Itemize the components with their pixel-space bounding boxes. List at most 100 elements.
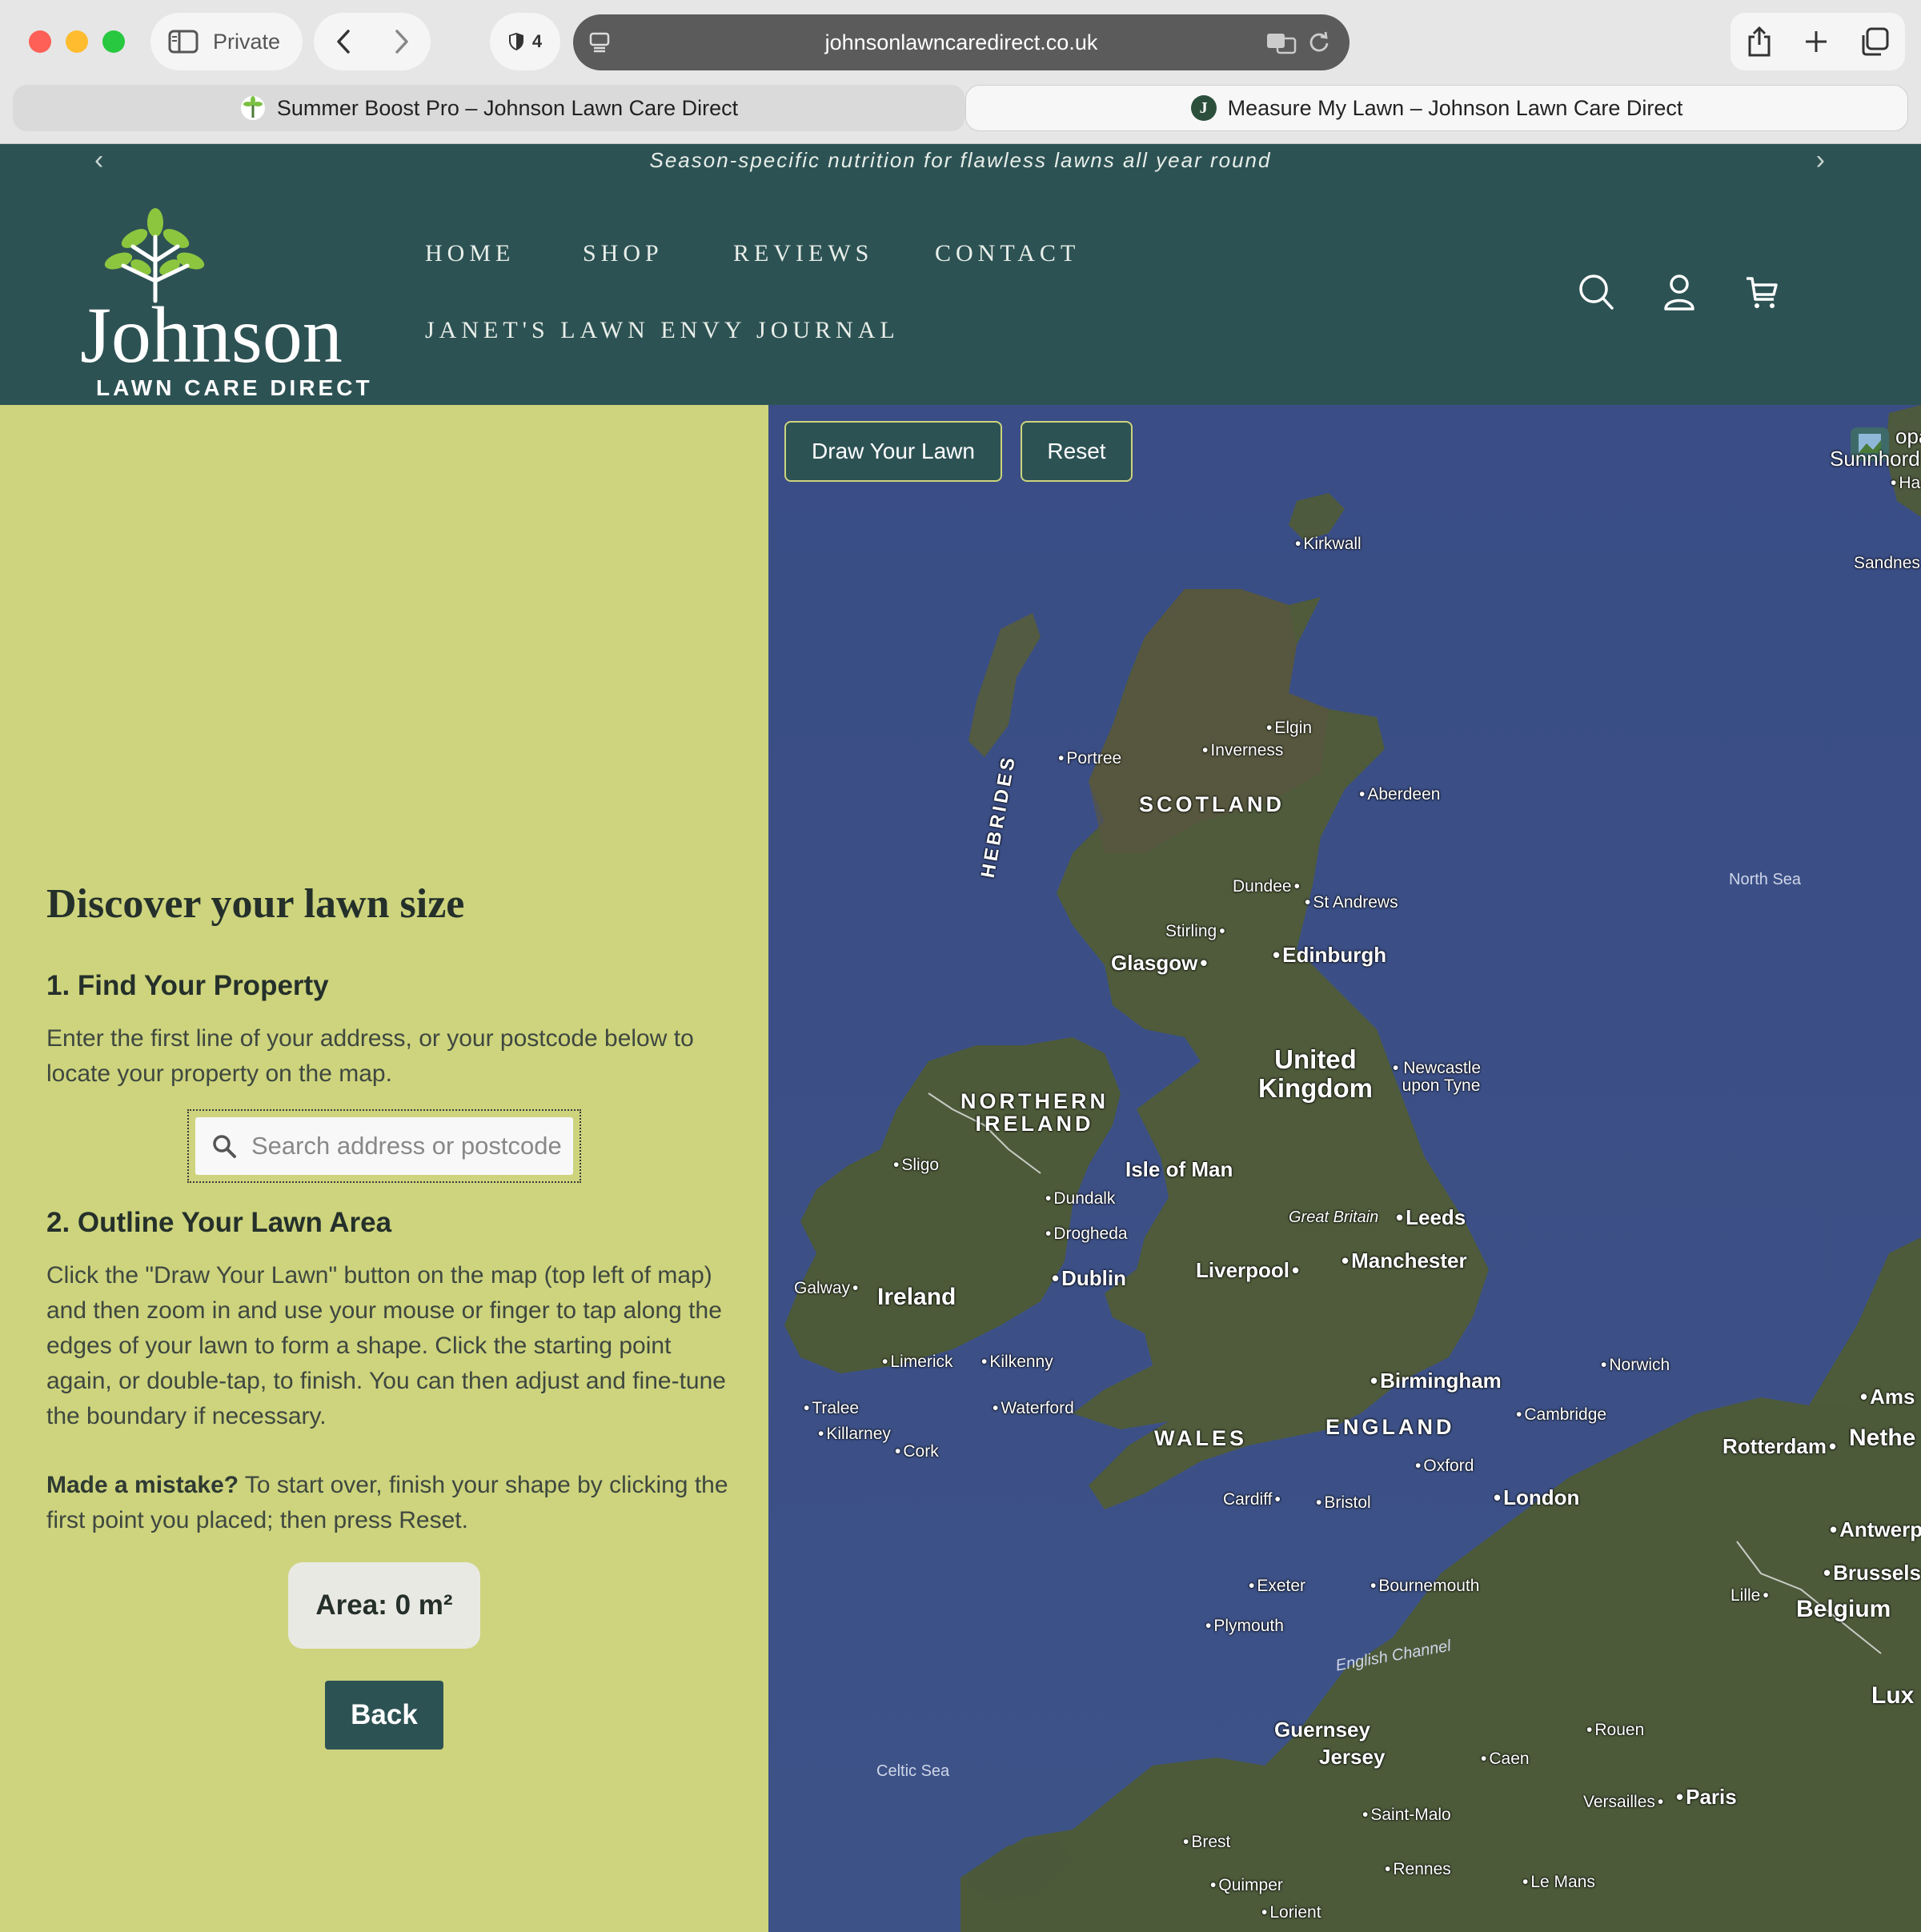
map-label-rouen: Rouen [1586, 1721, 1644, 1740]
close-window-button[interactable] [29, 30, 51, 53]
maximize-window-button[interactable] [102, 30, 125, 53]
private-sidebar-button[interactable]: Private [150, 13, 303, 70]
map-label-glasgow: Glasgow [1111, 951, 1207, 976]
search-icon[interactable] [1578, 274, 1614, 311]
tab-title: Summer Boost Pro – Johnson Lawn Care Dir… [276, 95, 739, 120]
map-label-paris: Paris [1676, 1785, 1737, 1810]
privacy-report-button[interactable]: 4 [490, 13, 560, 70]
satellite-map[interactable]: Draw Your Lawn Reset Kirkwall Elgin Inve… [768, 405, 1921, 1932]
magnifier-icon [213, 1135, 236, 1158]
map-label-celtic-sea: Celtic Sea [876, 1762, 950, 1780]
address-bar[interactable]: johnsonlawncaredirect.co.uk [573, 14, 1350, 70]
new-tab-icon[interactable] [1804, 30, 1828, 54]
map-label-dundee: Dundee [1233, 877, 1300, 896]
shield-icon [508, 33, 523, 50]
tab-overview-icon[interactable] [1860, 27, 1889, 56]
announcement-bar: ‹ Season-specific nutrition for flawless… [0, 144, 1921, 181]
map-label-tralee: Tralee [804, 1399, 859, 1418]
reload-icon[interactable] [1308, 30, 1330, 54]
johnson-favicon-icon: J [1190, 95, 1217, 121]
uk-line1: United [1274, 1044, 1357, 1074]
newcastle-line1: Newcastle [1403, 1059, 1482, 1077]
ni-line2: IRELAND [975, 1112, 1094, 1136]
map-label-scotland: SCOTLAND [1139, 792, 1285, 816]
address-search-focus-ring [187, 1109, 581, 1183]
map-label-oxford: Oxford [1415, 1457, 1474, 1476]
map-label-jersey: Jersey [1319, 1745, 1386, 1769]
address-search-input[interactable] [251, 1117, 563, 1175]
map-label-exeter: Exeter [1249, 1577, 1305, 1596]
mistake-text: Made a mistake? To start over, finish yo… [46, 1468, 735, 1538]
map-label-leeds: Leeds [1396, 1205, 1466, 1230]
map-label-lorient: Lorient [1261, 1903, 1321, 1922]
forward-arrow-icon[interactable] [392, 28, 411, 55]
johnson-logo[interactable]: Johnson LAWN CARE DIRECT [77, 205, 381, 397]
tab-measure-my-lawn[interactable]: J Measure My Lawn – Johnson Lawn Care Di… [965, 85, 1908, 131]
map-label-wales: WALES [1154, 1426, 1248, 1450]
map-label-guernsey: Guernsey [1274, 1718, 1370, 1742]
back-button[interactable]: Back [325, 1681, 443, 1750]
map-label-northern-ireland: NORTHERN IRELAND [960, 1090, 1109, 1135]
step1-heading: 1. Find Your Property [46, 970, 329, 1001]
step2-text: Click the "Draw Your Lawn" button on the… [46, 1262, 726, 1429]
announcement-text: Season-specific nutrition for flawless l… [649, 148, 1272, 172]
nav-shop[interactable]: SHOP [583, 240, 664, 267]
map-label-opa: opa [1895, 424, 1921, 448]
announcement-prev-icon[interactable]: ‹ [94, 144, 105, 176]
map-label-limerick: Limerick [882, 1353, 952, 1372]
navigation-buttons [314, 13, 431, 70]
uk-line2: Kingdom [1258, 1073, 1373, 1103]
map-label-kirkwall: Kirkwall [1295, 535, 1361, 554]
map-label-cardiff: Cardiff [1223, 1490, 1281, 1509]
map-label-liverpool: Liverpool [1196, 1258, 1299, 1283]
nav-contact[interactable]: CONTACT [935, 240, 1080, 267]
map-label-killarney: Killarney [818, 1425, 891, 1444]
nav-reviews[interactable]: REVIEWS [733, 240, 873, 267]
map-label-bristol: Bristol [1316, 1493, 1370, 1513]
map-label-antwerp: Antwerp [1830, 1517, 1921, 1542]
nav-home[interactable]: HOME [425, 240, 515, 267]
logo-tagline: LAWN CARE DIRECT [96, 375, 373, 397]
step2-heading: 2. Outline Your Lawn Area [46, 1207, 392, 1238]
announcement-next-icon[interactable]: › [1816, 144, 1827, 176]
translate-icon[interactable] [1266, 30, 1297, 54]
map-label-luxembourg: Lux [1871, 1682, 1915, 1709]
map-label-saint-malo: Saint-Malo [1362, 1806, 1450, 1825]
map-label-galway: Galway [794, 1279, 858, 1298]
logo-wordmark: Johnson [80, 291, 343, 379]
tab-summer-boost[interactable]: Summer Boost Pro – Johnson Lawn Care Dir… [13, 85, 965, 131]
address-search[interactable] [195, 1117, 573, 1175]
cart-icon[interactable] [1745, 274, 1779, 311]
map-label-ireland: Ireland [877, 1284, 956, 1310]
page-menu-icon[interactable] [589, 32, 610, 53]
map-label-netherlands: Nethe [1849, 1425, 1916, 1451]
minimize-window-button[interactable] [66, 30, 88, 53]
mistake-bold: Made a mistake? [46, 1472, 239, 1498]
map-label-isle-of-man: Isle of Man [1125, 1157, 1233, 1181]
back-arrow-icon[interactable] [334, 28, 353, 55]
sidebar-icon [168, 30, 199, 54]
map-label-caen: Caen [1481, 1750, 1529, 1769]
share-icon[interactable] [1747, 26, 1772, 58]
map-label-waterford: Waterford [993, 1399, 1073, 1418]
map-label-bournemouth: Bournemouth [1370, 1577, 1479, 1596]
reset-button[interactable]: Reset [1021, 421, 1133, 482]
browser-chrome: Private 4 johnsonlawncaredirect.co.uk Su… [0, 0, 1921, 144]
step1-text: Enter the first line of your address, or… [46, 1025, 694, 1087]
map-label-versailles: Versailles [1583, 1793, 1663, 1812]
map-label-norwich: Norwich [1601, 1356, 1670, 1375]
account-icon[interactable] [1663, 274, 1695, 311]
map-label-stirling: Stirling [1165, 922, 1225, 941]
private-label: Private [213, 29, 281, 54]
tab-title: Measure My Lawn – Johnson Lawn Care Dire… [1227, 95, 1683, 120]
map-label-england: ENGLAND [1325, 1415, 1455, 1439]
map-label-amsterdam: Ams [1860, 1385, 1915, 1409]
ni-line1: NORTHERN [960, 1089, 1109, 1113]
map-label-sandnes: Sandnes [1854, 554, 1920, 572]
map-label-sunnhord: Sunnhord [1830, 447, 1920, 471]
nav-journal[interactable]: JANET'S LAWN ENVY JOURNAL [425, 317, 900, 344]
map-label-london: London [1494, 1485, 1579, 1510]
map-label-inverness: Inverness [1202, 741, 1283, 760]
draw-your-lawn-button[interactable]: Draw Your Lawn [784, 421, 1002, 482]
map-label-brest: Brest [1183, 1833, 1230, 1852]
